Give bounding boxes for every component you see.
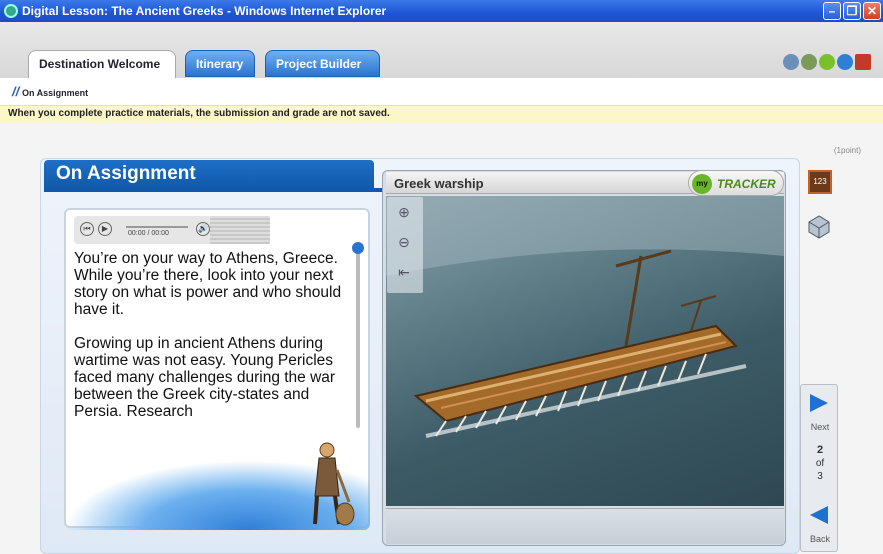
page-of: of (815, 458, 825, 469)
breadcrumb-label[interactable]: On Assignment (22, 88, 88, 98)
next-arrow-icon[interactable] (806, 392, 832, 414)
window-title: Digital Lesson: The Ancient Greeks - Win… (22, 4, 387, 18)
play-icon[interactable]: ▶ (98, 222, 112, 236)
info-icon[interactable] (837, 54, 853, 70)
reading-scrollbar[interactable] (356, 248, 360, 428)
image-footer-bar (386, 508, 784, 544)
tab-project-builder[interactable]: Project Builder (265, 50, 380, 77)
page-current: 2 (816, 444, 824, 456)
page-total: 3 (817, 471, 823, 482)
ie-logo-icon (4, 4, 18, 18)
practice-notice: When you complete practice materials, th… (0, 106, 883, 124)
tab-itinerary[interactable]: Itinerary (185, 50, 255, 77)
section-title: On Assignment (44, 160, 374, 190)
glossary-icon[interactable] (819, 54, 835, 70)
reading-paragraph-1: You’re on your way to Athens, Greece. Wh… (74, 250, 342, 318)
zoom-out-icon[interactable]: ⊖ (394, 234, 414, 254)
breadcrumb-slash-icon: // (12, 84, 20, 99)
reading-paragraph-2: Growing up in ancient Athens during wart… (74, 335, 336, 420)
counter-icon[interactable]: 123 (808, 170, 832, 194)
maximize-button[interactable]: ❐ (843, 2, 861, 20)
people-icon[interactable] (801, 54, 817, 70)
lesson-tabbar: Destination Welcome Itinerary Project Bu… (0, 22, 883, 78)
tracker-button[interactable]: my TRACKER (688, 170, 784, 196)
book-icon[interactable] (855, 54, 871, 70)
tab-destination-welcome[interactable]: Destination Welcome (28, 50, 176, 78)
back-arrow-icon[interactable] (806, 504, 832, 526)
section-title-rule (44, 188, 384, 192)
page-indicator: 2 of 3 (806, 440, 834, 496)
greek-figure-illustration (313, 442, 355, 526)
volume-icon[interactable]: 🔊 (196, 222, 210, 236)
zoom-in-icon[interactable]: ⊕ (394, 204, 414, 224)
settings-icon[interactable] (783, 54, 799, 70)
window-controls: – ❐ ✕ (823, 2, 881, 20)
tracker-badge: my (692, 174, 712, 194)
reading-text: You’re on your way to Athens, Greece. Wh… (74, 250, 354, 437)
window-titlebar: Digital Lesson: The Ancient Greeks - Win… (0, 0, 883, 22)
reading-scroll-handle[interactable] (352, 242, 364, 254)
audio-time: 00:00 / 00:00 (128, 230, 169, 237)
back-label[interactable]: Back (805, 534, 835, 544)
printer-icon[interactable] (804, 210, 834, 240)
next-label[interactable]: Next (805, 422, 835, 432)
close-button[interactable]: ✕ (863, 2, 881, 20)
audio-player: ⏮ ▶ 00:00 / 00:00 🔊 (74, 216, 224, 244)
breadcrumb: // On Assignment (0, 78, 883, 106)
minimize-button[interactable]: – (823, 2, 841, 20)
tracker-label: TRACKER (717, 177, 776, 191)
zoom-reset-icon[interactable]: ⇤ (394, 264, 414, 284)
audio-progress-bar[interactable] (126, 226, 188, 228)
points-label: (1point) (833, 146, 861, 155)
warship-image (386, 196, 784, 438)
greek-warship-photo (386, 196, 784, 506)
toolbar-icons (783, 54, 871, 70)
rewind-icon[interactable]: ⏮ (80, 222, 94, 236)
audio-volume-slider[interactable] (210, 216, 270, 244)
